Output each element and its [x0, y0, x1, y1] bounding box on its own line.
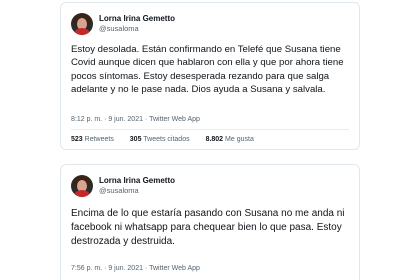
tweet-text: Encima de lo que estaría pasando con Sus… [71, 208, 345, 247]
tweet-timestamp[interactable]: 8:12 p. m. · 9 jun. 2021 · Twitter Web A… [71, 116, 200, 123]
tweet-stats: 523 Retweets 305 Tweets citados 8.802 Me… [71, 136, 268, 143]
author-handle[interactable]: @susaloma [99, 186, 175, 196]
tweet-card[interactable]: Lorna Irina Gemetto @susaloma Estoy deso… [60, 2, 360, 150]
author-name[interactable]: Lorna Irina Gemetto [99, 14, 175, 24]
likes-stat[interactable]: 8.802 Me gusta [206, 136, 254, 143]
avatar[interactable] [71, 13, 93, 35]
retweets-label: Retweets [84, 136, 114, 143]
likes-count: 8.802 [205, 136, 224, 143]
divider [71, 129, 349, 130]
retweets-stat[interactable]: 523 Retweets [71, 136, 114, 143]
author-names: Lorna Irina Gemetto @susaloma [99, 14, 175, 34]
author-handle[interactable]: @susaloma [99, 24, 175, 34]
tweet-card[interactable]: Lorna Irina Gemetto @susaloma Encima de … [60, 164, 360, 280]
quotes-label: Tweets citados [143, 136, 190, 143]
author-name[interactable]: Lorna Irina Gemetto [99, 176, 175, 186]
avatar[interactable] [71, 175, 93, 197]
quotes-count: 305 [129, 136, 142, 143]
retweets-count: 523 [71, 136, 83, 143]
tweet-timestamp[interactable]: 7:56 p. m. · 9 jun. 2021 · Twitter Web A… [71, 265, 200, 272]
likes-label: Me gusta [225, 136, 254, 143]
tweet-text: Estoy desolada. Están confirmando en Tel… [71, 44, 344, 95]
quotes-stat[interactable]: 305 Tweets citados [130, 136, 190, 143]
author-names: Lorna Irina Gemetto @susaloma [99, 176, 175, 196]
